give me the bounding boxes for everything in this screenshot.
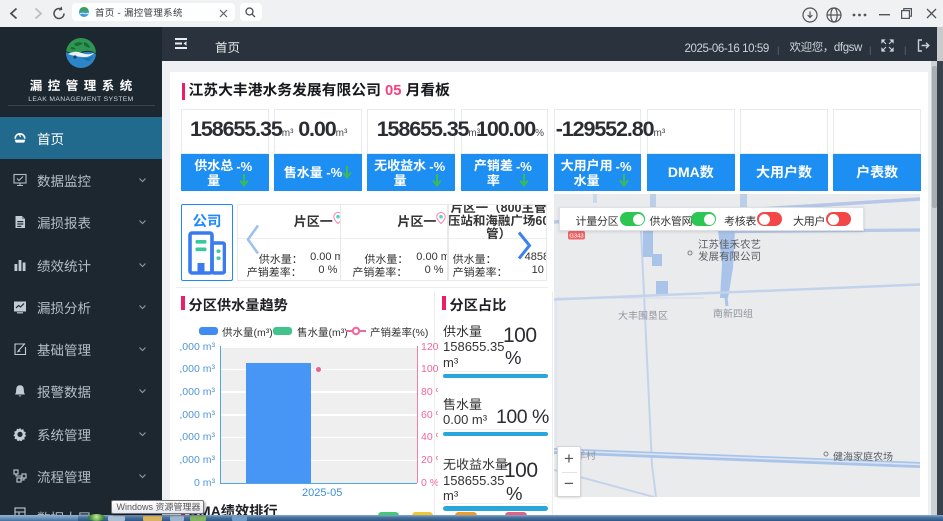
svg-text:G343: G343 xyxy=(569,234,583,240)
